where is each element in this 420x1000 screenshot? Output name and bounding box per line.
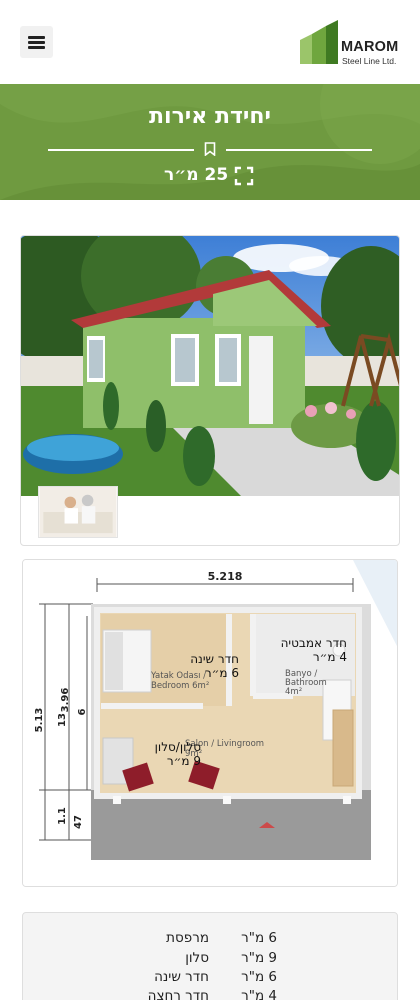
dim-left-d: 1.1 <box>57 807 68 825</box>
dim-top-label: 5.218 <box>208 570 243 583</box>
table-row: 9 מ"ר סלון <box>23 950 399 970</box>
dim-left-outer: 5.13 <box>34 708 45 733</box>
site-logo[interactable]: MAROM Steel Line Ltd. <box>300 20 404 66</box>
hamburger-icon-bar <box>28 36 45 39</box>
title-divider-right <box>226 149 372 151</box>
gallery-thumbnail[interactable] <box>38 486 118 538</box>
dim-left-b: 3.96 <box>60 688 71 713</box>
hamburger-menu-button[interactable] <box>20 26 53 58</box>
room-label-bedroom-name: חדר שינה <box>190 652 239 666</box>
hamburger-icon-bar <box>28 46 45 49</box>
plan-bath-en-3: 4m² <box>285 687 302 697</box>
row-size: 4 מ"ר <box>241 988 277 1000</box>
expand-icon <box>234 166 254 186</box>
room-label-bedroom: חדר שינה 6 מ״ר <box>163 652 239 680</box>
row-size: 9 מ"ר <box>241 950 277 966</box>
room-areas-table: 6 מ"ר מרפסת 9 מ"ר סלון 6 מ"ר חדר שינה 4 … <box>22 912 398 1000</box>
row-room: חדר רחצה <box>147 988 209 1000</box>
room-label-salon: סלון/סלון 9 מ״ר <box>119 740 201 768</box>
row-room: מרפסת <box>166 930 209 946</box>
floor-plan-card: 5.218 5.13 13 3.96 6 1.1 47 Yatak Odası … <box>22 559 398 887</box>
room-label-bedroom-size: 6 מ״ר <box>204 666 239 680</box>
dim-left-c: 6 <box>77 708 88 715</box>
logo-name: MAROM <box>341 39 399 55</box>
row-room: סלון <box>185 950 209 966</box>
area-info: 25 מ״ר <box>0 164 420 190</box>
page-title: יחידת אירות <box>148 104 271 129</box>
table-row: 4 מ"ר חדר רחצה <box>23 988 399 1000</box>
dim-left-a: 13 <box>57 713 68 727</box>
area-value: 25 מ״ר <box>164 165 229 185</box>
plan-bedroom-en-2: Bedroom 6m² <box>151 681 209 691</box>
room-label-bathroom-name: חדר אמבטיה <box>280 636 347 650</box>
table-row: 6 מ"ר חדר שינה <box>23 969 399 989</box>
logo-tagline: Steel Line Ltd. <box>342 56 397 66</box>
site-header: MAROM Steel Line Ltd. <box>0 0 420 84</box>
hamburger-icon-bar <box>28 41 45 44</box>
table-row: 6 מ"ר מרפסת <box>23 930 399 950</box>
room-label-bathroom: חדר אמבטיה 4 מ״ר <box>279 636 347 664</box>
dim-left-e: 47 <box>73 815 84 829</box>
room-label-salon-size: 9 מ״ר <box>166 754 201 768</box>
product-photo-card <box>20 235 400 546</box>
floor-plan-drawing[interactable]: 5.218 5.13 13 3.96 6 1.1 47 Yatak Odası … <box>23 560 398 887</box>
row-size: 6 מ"ר <box>241 930 277 946</box>
bookmark-icon <box>204 142 216 156</box>
title-divider-left <box>48 149 194 151</box>
room-label-salon-name: סלון/סלון <box>154 740 201 754</box>
room-label-bathroom-size: 4 מ״ר <box>312 650 347 664</box>
page-banner: יחידת אירות 25 מ״ר <box>0 84 420 200</box>
row-room: חדר שינה <box>154 969 209 985</box>
cabin-photo[interactable] <box>21 236 400 496</box>
row-size: 6 מ"ר <box>241 969 277 985</box>
marom-logo-icon <box>300 20 338 64</box>
